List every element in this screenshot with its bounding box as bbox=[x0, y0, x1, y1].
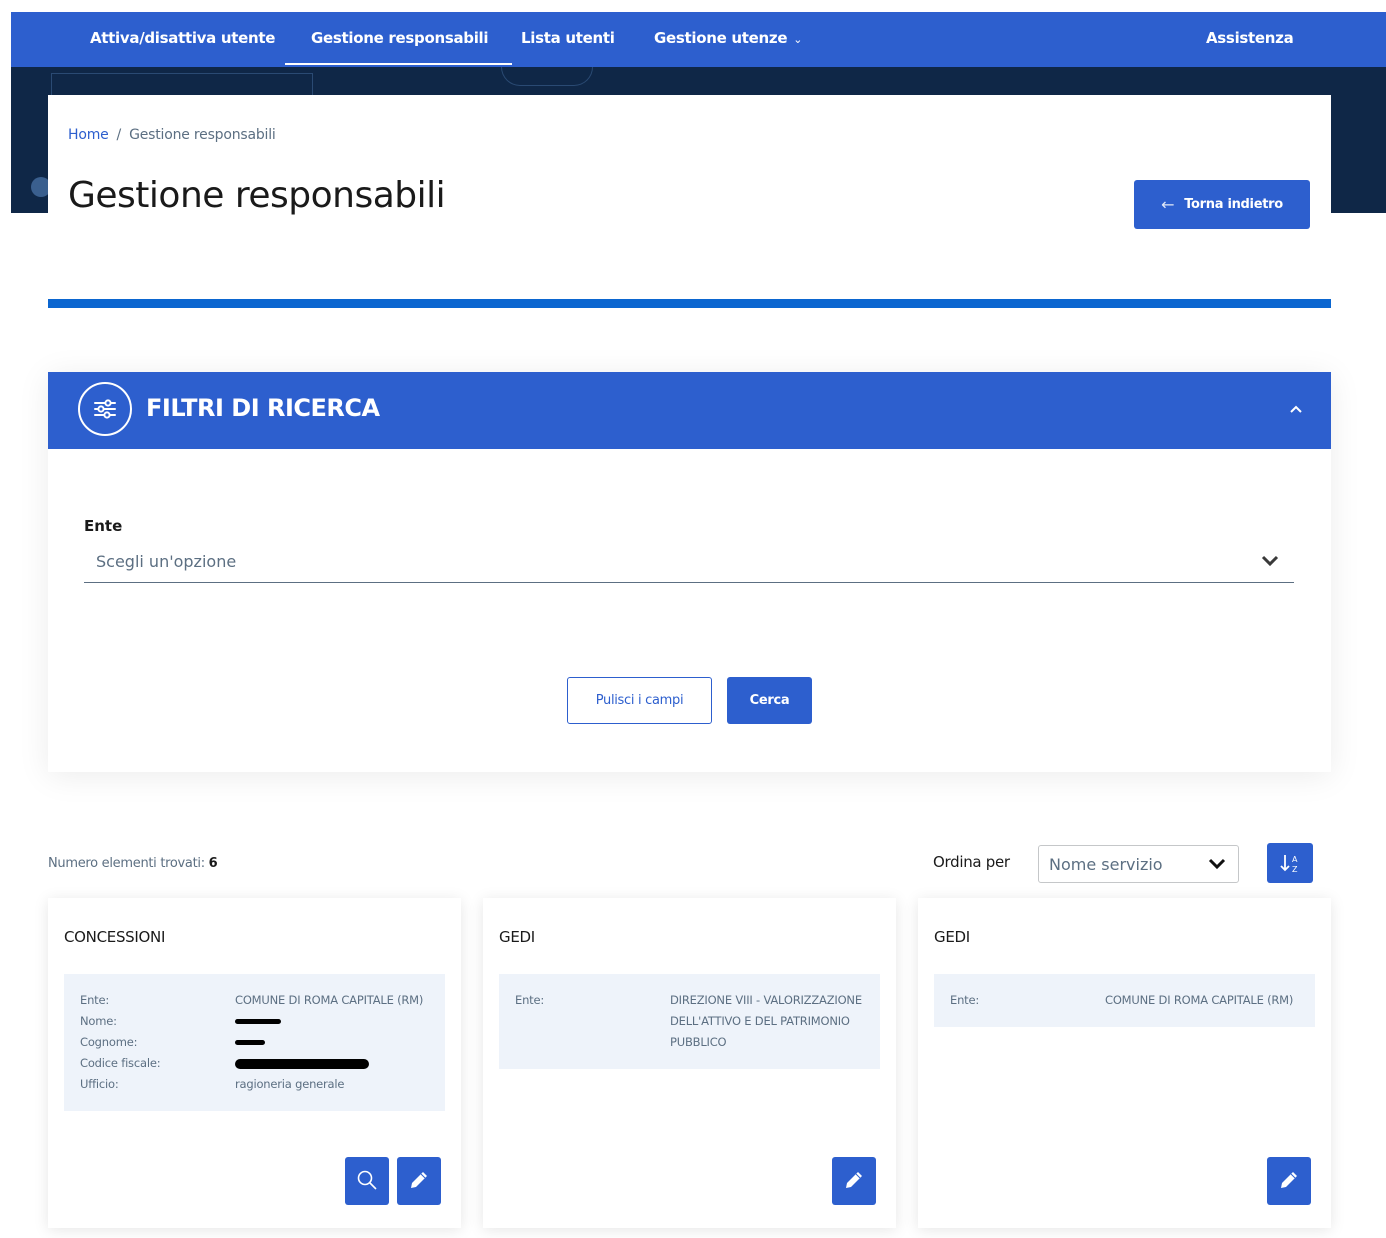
breadcrumb-current: Gestione responsabili bbox=[129, 127, 276, 143]
hero-decoration bbox=[501, 67, 593, 86]
edit-button[interactable] bbox=[1267, 1157, 1311, 1205]
info-row: Ente: COMUNE DI ROMA CAPITALE (RM) bbox=[80, 990, 429, 1011]
sort-select-value: Nome servizio bbox=[1049, 855, 1163, 874]
redaction-mark bbox=[235, 1058, 369, 1069]
nav-item-assistenza[interactable]: Assistenza bbox=[1206, 12, 1294, 67]
info-value: ragioneria generale bbox=[235, 1077, 345, 1091]
info-value: DIREZIONE VIII - VALORIZZAZIONE DELL'ATT… bbox=[670, 993, 862, 1049]
nav-item-label: Gestione utenze bbox=[654, 29, 788, 47]
nav-item-gestione-responsabili[interactable]: Gestione responsabili bbox=[284, 12, 513, 67]
info-row: Cognome: bbox=[80, 1032, 429, 1053]
search-icon bbox=[356, 1169, 378, 1194]
info-row: Codice fiscale: bbox=[80, 1053, 429, 1074]
search-button[interactable]: Cerca bbox=[727, 677, 812, 724]
info-key: Codice fiscale: bbox=[80, 1056, 161, 1070]
pencil-icon bbox=[1278, 1169, 1300, 1194]
responsabile-card: GEDI Ente: DIREZIONE VIII - VALORIZZAZIO… bbox=[483, 898, 896, 1228]
svg-text:Z: Z bbox=[1292, 865, 1298, 874]
svg-text:A: A bbox=[1292, 855, 1298, 864]
chevron-down-icon: ⌄ bbox=[793, 33, 803, 46]
filters-body: Ente Scegli un'opzione Pulisci i campi C… bbox=[48, 449, 1331, 772]
back-button[interactable]: ← Torna indietro bbox=[1134, 180, 1310, 229]
info-key: Ufficio: bbox=[80, 1077, 119, 1091]
clear-fields-button[interactable]: Pulisci i campi bbox=[567, 677, 712, 724]
card-title: CONCESSIONI bbox=[64, 928, 166, 946]
edit-button[interactable] bbox=[397, 1157, 441, 1205]
sort-direction-icon[interactable]: A Z bbox=[1267, 843, 1313, 883]
info-value-redacted bbox=[235, 1032, 429, 1053]
info-key: Cognome: bbox=[80, 1035, 138, 1049]
pencil-icon bbox=[843, 1169, 865, 1194]
info-row: Ente: COMUNE DI ROMA CAPITALE (RM) bbox=[950, 990, 1299, 1011]
breadcrumb: Home / Gestione responsabili bbox=[68, 127, 276, 143]
info-row: Nome: bbox=[80, 1011, 429, 1032]
ente-label: Ente bbox=[84, 517, 123, 535]
nav-item-attiva-disattiva[interactable]: Attiva/disattiva utente bbox=[90, 12, 275, 67]
hero-decoration bbox=[51, 73, 313, 97]
info-key: Ente: bbox=[515, 993, 545, 1007]
filter-sliders-icon bbox=[78, 382, 132, 436]
filters-header[interactable]: FILTRI DI RICERCA bbox=[48, 372, 1331, 449]
sort-label: Ordina per bbox=[933, 853, 1010, 871]
back-button-label: Torna indietro bbox=[1184, 197, 1283, 212]
card-actions bbox=[832, 1157, 876, 1205]
card-title: GEDI bbox=[934, 928, 970, 946]
card-title: GEDI bbox=[499, 928, 535, 946]
info-value: COMUNE DI ROMA CAPITALE (RM) bbox=[235, 993, 424, 1007]
responsabile-card: GEDI Ente: COMUNE DI ROMA CAPITALE (RM) bbox=[918, 898, 1331, 1228]
chevron-down-icon bbox=[1208, 856, 1226, 875]
arrow-left-icon: ← bbox=[1161, 195, 1175, 214]
page-title: Gestione responsabili bbox=[68, 175, 446, 216]
nav-item-lista-utenti[interactable]: Lista utenti bbox=[521, 12, 615, 67]
nav-item-gestione-utenze[interactable]: Gestione utenze ⌄ bbox=[654, 12, 802, 67]
info-value: COMUNE DI ROMA CAPITALE (RM) bbox=[1105, 993, 1294, 1007]
filters-title: FILTRI DI RICERCA bbox=[146, 394, 380, 422]
results-count: Numero elementi trovati: 6 bbox=[48, 856, 218, 871]
card-info: Ente: COMUNE DI ROMA CAPITALE (RM) Nome:… bbox=[64, 974, 445, 1111]
info-key: Nome: bbox=[80, 1014, 117, 1028]
redaction-mark bbox=[235, 1040, 265, 1045]
ente-select-placeholder: Scegli un'opzione bbox=[96, 552, 237, 571]
edit-button[interactable] bbox=[832, 1157, 876, 1205]
info-row: Ufficio: ragioneria generale bbox=[80, 1074, 429, 1095]
info-key: Ente: bbox=[80, 993, 110, 1007]
breadcrumb-home-link[interactable]: Home bbox=[68, 127, 109, 143]
results-count-value: 6 bbox=[208, 856, 218, 871]
responsabile-card: CONCESSIONI Ente: COMUNE DI ROMA CAPITAL… bbox=[48, 898, 461, 1228]
card-info: Ente: COMUNE DI ROMA CAPITALE (RM) bbox=[934, 974, 1315, 1027]
info-value-redacted bbox=[235, 1053, 429, 1074]
sort-select[interactable]: Nome servizio bbox=[1038, 845, 1239, 883]
card-actions bbox=[345, 1157, 441, 1205]
card-actions bbox=[1267, 1157, 1311, 1205]
redaction-mark bbox=[235, 1019, 281, 1024]
chevron-up-icon[interactable] bbox=[1289, 398, 1303, 419]
results-count-label: Numero elementi trovati: bbox=[48, 856, 205, 871]
info-key: Ente: bbox=[950, 993, 980, 1007]
top-navbar: Attiva/disattiva utente Gestione respons… bbox=[11, 12, 1386, 67]
breadcrumb-separator: / bbox=[116, 127, 122, 143]
view-button[interactable] bbox=[345, 1157, 389, 1205]
ente-select[interactable]: Scegli un'opzione bbox=[84, 549, 1294, 583]
page-header-card: Home / Gestione responsabili Gestione resp… bbox=[48, 95, 1331, 300]
card-info: Ente: DIREZIONE VIII - VALORIZZAZIONE DE… bbox=[499, 974, 880, 1069]
chevron-down-icon bbox=[1260, 549, 1280, 575]
pencil-icon bbox=[408, 1169, 430, 1194]
info-value-redacted bbox=[235, 1011, 429, 1032]
info-row: Ente: DIREZIONE VIII - VALORIZZAZIONE DE… bbox=[515, 990, 864, 1053]
section-divider bbox=[48, 299, 1331, 308]
